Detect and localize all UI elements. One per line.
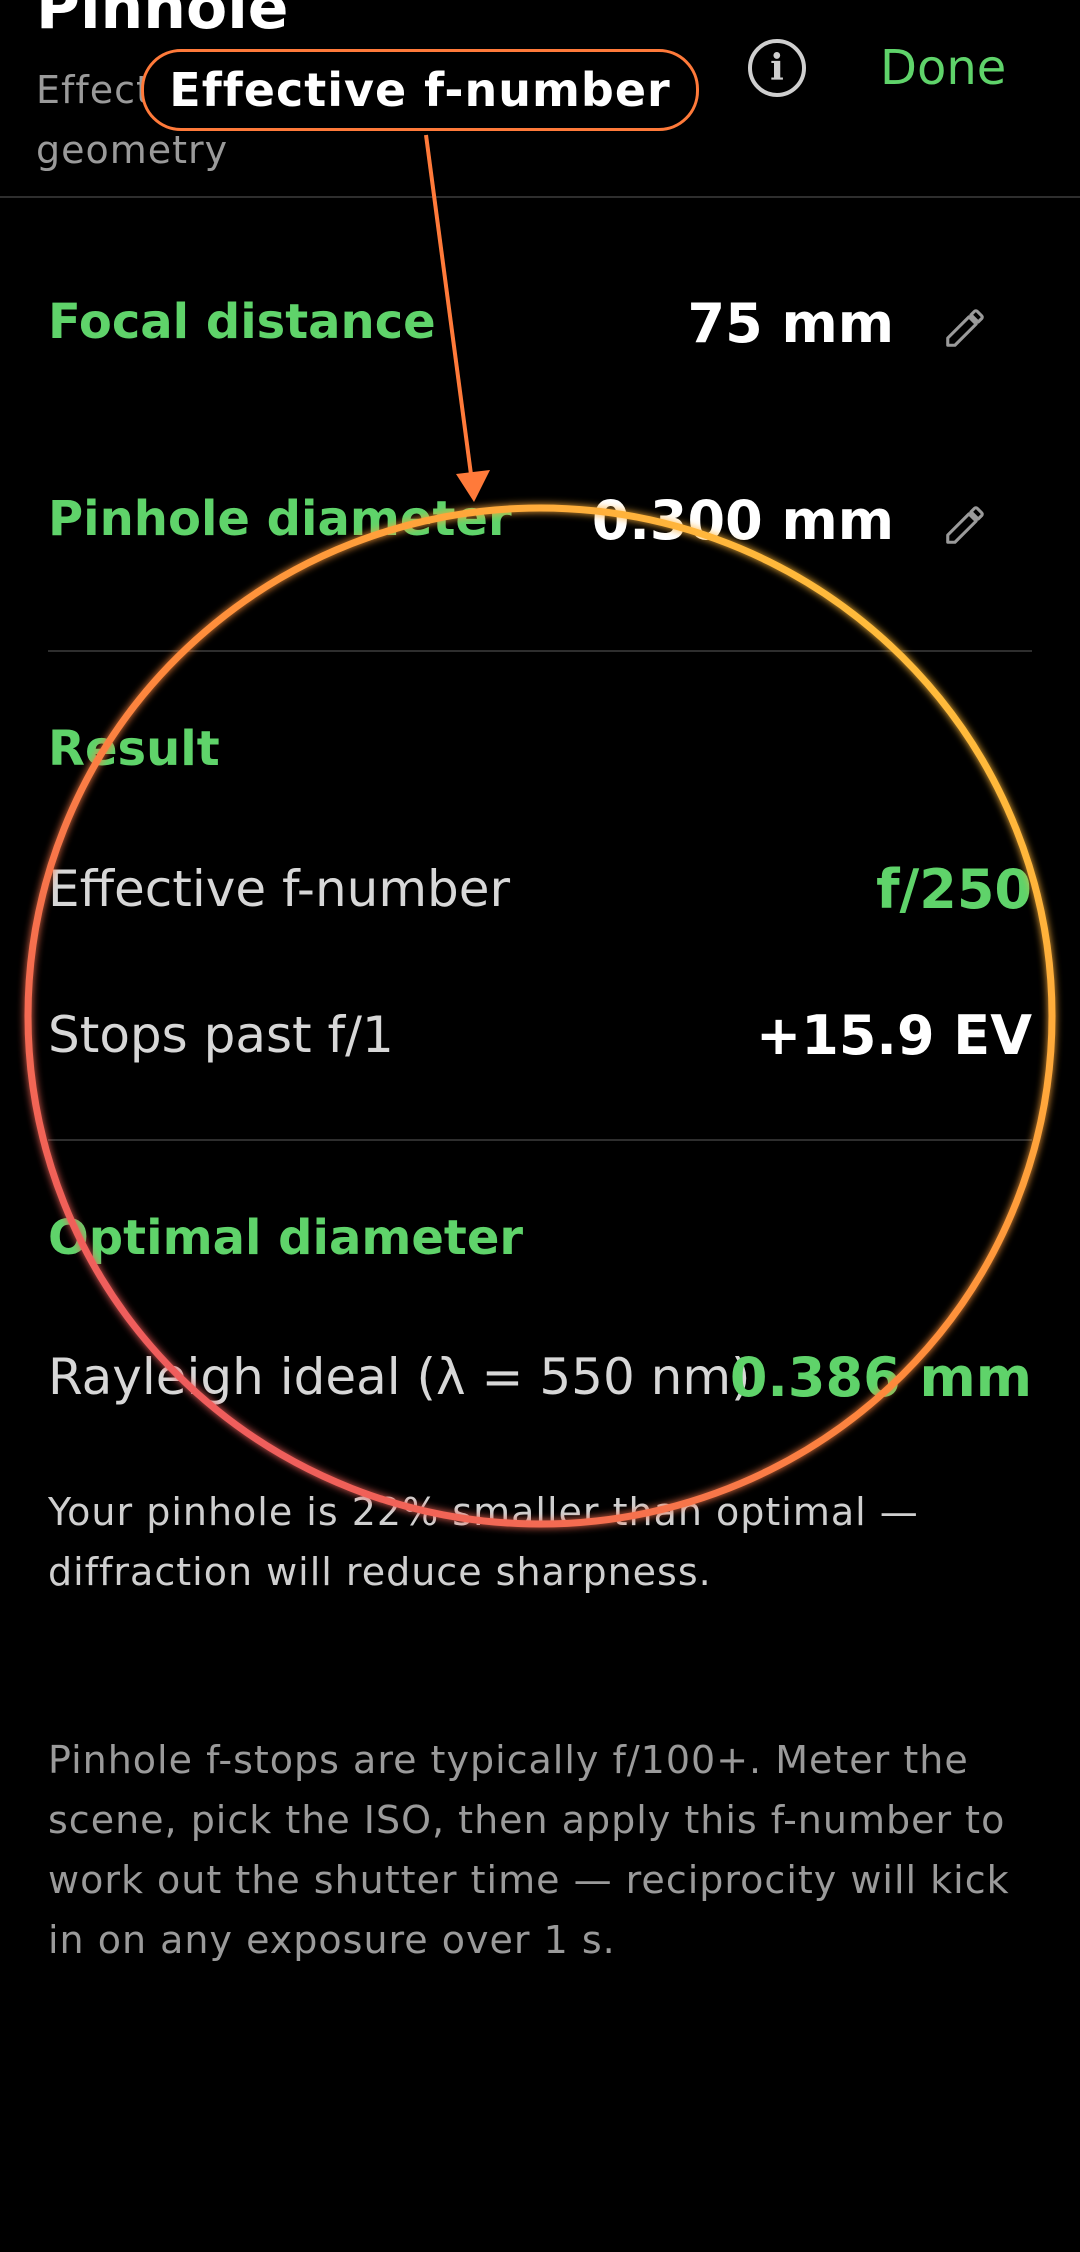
info-button[interactable]: i (748, 39, 806, 97)
page-title: Pinhole (36, 0, 289, 43)
annotation-callout: Effective f-number (141, 49, 699, 131)
help-text: Pinhole f-stops are typically f/100+. Me… (48, 1738, 1010, 1962)
result-section-title: Result (48, 721, 220, 777)
section-divider (48, 650, 1032, 652)
section-divider (48, 1139, 1032, 1141)
stops-past-value: +15.9 EV (756, 1004, 1032, 1067)
effective-f-number-value: f/250 (876, 858, 1032, 921)
optimal-section-title: Optimal diameter (48, 1210, 524, 1266)
effective-f-number-label: Effective f-number (48, 860, 511, 918)
done-button[interactable]: Done (880, 40, 1006, 96)
diameter-warning: Your pinhole is 22% smaller than optimal… (48, 1490, 919, 1594)
pinhole-diameter-value[interactable]: 0.300 mm (592, 489, 894, 552)
header-divider (0, 196, 1080, 198)
rayleigh-ideal-label: Rayleigh ideal (λ = 550 nm) (48, 1348, 751, 1406)
pencil-icon[interactable] (942, 305, 988, 351)
info-icon: i (770, 47, 784, 89)
rayleigh-ideal-value: 0.386 mm (729, 1346, 1032, 1409)
focal-distance-label: Focal distance (48, 294, 436, 350)
focal-distance-value[interactable]: 75 mm (688, 292, 894, 355)
pencil-icon[interactable] (942, 502, 988, 548)
pinhole-diameter-label: Pinhole diameter (48, 491, 512, 547)
stops-past-label: Stops past f/1 (48, 1006, 394, 1064)
